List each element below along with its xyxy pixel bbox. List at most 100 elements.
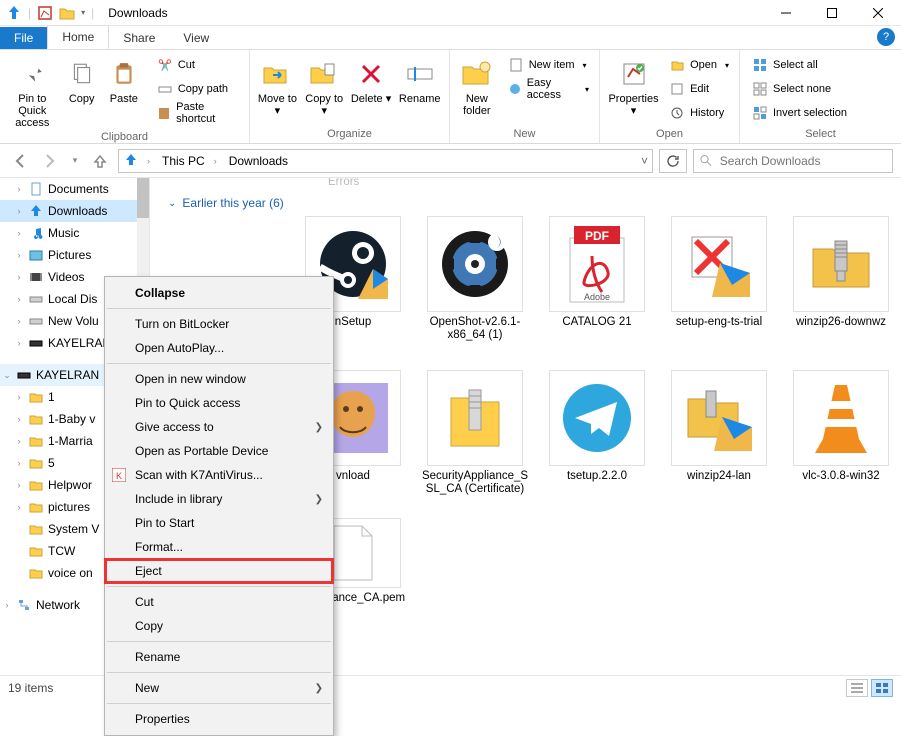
folder-icon [28, 411, 44, 427]
qat-dropdown-icon[interactable]: ▾ [81, 8, 85, 17]
file-tile[interactable]: tsetup.2.2.0 [542, 370, 652, 496]
new-item-button[interactable]: New item▾ [504, 54, 593, 76]
copy-path-button[interactable]: Copy path [153, 78, 243, 100]
ctx-give-access[interactable]: Give access to❯ [105, 415, 333, 439]
tab-home[interactable]: Home [47, 25, 109, 49]
file-tile[interactable]: setup-eng-ts-trial [664, 216, 774, 342]
nav-forward-button[interactable] [38, 149, 62, 173]
group-header-earlier[interactable]: ⌄Earlier this year (6) [168, 196, 901, 210]
move-to-button[interactable]: Move to ▾ [256, 54, 299, 117]
copy-path-icon [157, 81, 173, 97]
properties-button[interactable]: Properties ▾ [606, 54, 661, 117]
help-button[interactable]: ? [877, 28, 895, 46]
tree-downloads[interactable]: ›Downloads [0, 200, 149, 222]
tab-view[interactable]: View [169, 27, 223, 49]
move-to-icon [261, 58, 293, 90]
rename-icon [404, 58, 436, 90]
nav-up-button[interactable] [88, 149, 112, 173]
file-tile[interactable]: OpenShot-v2.6.1-x86_64 (1) [420, 216, 530, 342]
rename-button[interactable]: Rename [396, 54, 443, 117]
network-icon [16, 597, 32, 613]
copy-to-button[interactable]: Copy to ▾ [303, 54, 346, 117]
ctx-include-library[interactable]: Include in library❯ [105, 487, 333, 511]
ctx-rename[interactable]: Rename [105, 645, 333, 669]
ctx-pin-start[interactable]: Pin to Start [105, 511, 333, 535]
ctx-copy[interactable]: Copy [105, 614, 333, 638]
nav-recent-button[interactable]: ▾ [68, 149, 82, 173]
file-tile[interactable]: PDFAdobe CATALOG 21 [542, 216, 652, 342]
crumb-downloads[interactable]: Downloads [225, 154, 292, 168]
svg-text:Adobe: Adobe [584, 292, 610, 302]
ctx-new-window[interactable]: Open in new window [105, 367, 333, 391]
chevron-right-icon: ❯ [315, 494, 323, 505]
crumb-this-pc[interactable]: This PC› [158, 154, 221, 168]
file-tile[interactable]: winzip24-lan [664, 370, 774, 496]
paste-shortcut-button[interactable]: Paste shortcut [153, 102, 243, 124]
paste-button[interactable]: Paste [105, 54, 143, 117]
tree-documents[interactable]: ›Documents [0, 178, 149, 200]
folder-icon [28, 521, 44, 537]
installer-shield-icon [684, 229, 754, 299]
view-details-button[interactable] [846, 679, 868, 697]
minimize-button[interactable] [763, 0, 809, 26]
winzip-shield-icon [684, 383, 754, 453]
search-input[interactable] [718, 153, 886, 169]
ctx-cut[interactable]: Cut [105, 590, 333, 614]
ctx-new[interactable]: New❯ [105, 676, 333, 700]
copy-button[interactable]: Copy [63, 54, 101, 117]
tree-pictures[interactable]: ›Pictures [0, 244, 149, 266]
file-tile[interactable]: SecurityAppliance_SSL_CA (Certificate) [420, 370, 530, 496]
search-box[interactable] [693, 149, 893, 173]
easy-access-button[interactable]: Easy access▾ [504, 78, 593, 100]
history-icon [669, 105, 685, 121]
tree-music[interactable]: ›Music [0, 222, 149, 244]
ctx-pin-quick[interactable]: Pin to Quick access [105, 391, 333, 415]
ctx-collapse[interactable]: Collapse [105, 281, 333, 305]
pin-icon [16, 58, 48, 90]
ctx-portable[interactable]: Open as Portable Device [105, 439, 333, 463]
tab-file[interactable]: File [0, 27, 47, 49]
file-tile[interactable]: winzip26-downwz [786, 216, 896, 342]
folder-icon [28, 477, 44, 493]
folder-icon [28, 455, 44, 471]
select-none-icon [752, 81, 768, 97]
refresh-button[interactable] [659, 149, 687, 173]
k7-icon: K [111, 467, 127, 483]
nav-back-button[interactable] [8, 149, 32, 173]
history-button[interactable]: History [665, 102, 733, 124]
search-icon [700, 154, 712, 167]
qat-folder-icon[interactable] [59, 5, 75, 21]
ctx-format[interactable]: Format... [105, 535, 333, 559]
group-label-open: Open [600, 126, 739, 143]
open-button[interactable]: Open▾ [665, 54, 733, 76]
ctx-properties[interactable]: Properties [105, 707, 333, 731]
ctx-bitlocker[interactable]: Turn on BitLocker [105, 312, 333, 336]
pin-to-quick-access-button[interactable]: Pin to Quick access [6, 54, 59, 129]
tab-share[interactable]: Share [109, 27, 169, 49]
paste-icon [108, 58, 140, 90]
qat-properties-icon[interactable] [37, 5, 53, 21]
edit-button[interactable]: Edit [665, 78, 733, 100]
app-icon [6, 5, 22, 21]
ctx-k7-scan[interactable]: KScan with K7AntiVirus... [105, 463, 333, 487]
ctx-eject[interactable]: Eject [105, 559, 333, 583]
select-all-button[interactable]: Select all [748, 54, 851, 76]
cut-button[interactable]: ✂️Cut [153, 54, 243, 76]
maximize-button[interactable] [809, 0, 855, 26]
view-icons-button[interactable] [871, 679, 893, 697]
select-none-button[interactable]: Select none [748, 78, 851, 100]
winzip-icon [811, 237, 871, 291]
easy-access-icon [508, 81, 522, 97]
folder-icon [28, 499, 44, 515]
address-dropdown-icon[interactable]: ˅ [641, 154, 648, 168]
pdf-icon: PDFAdobe [566, 224, 628, 304]
nav-row: ▾ › This PC› Downloads ˅ [0, 144, 901, 178]
chevron-down-icon: ⌄ [168, 198, 176, 209]
delete-button[interactable]: Delete ▾ [350, 54, 393, 117]
file-tile[interactable]: vlc-3.0.8-win32 [786, 370, 896, 496]
ctx-autoplay[interactable]: Open AutoPlay... [105, 336, 333, 360]
close-button[interactable] [855, 0, 901, 26]
address-bar[interactable]: › This PC› Downloads ˅ [118, 149, 653, 173]
new-folder-button[interactable]: New folder [456, 54, 498, 117]
invert-selection-button[interactable]: Invert selection [748, 102, 851, 124]
